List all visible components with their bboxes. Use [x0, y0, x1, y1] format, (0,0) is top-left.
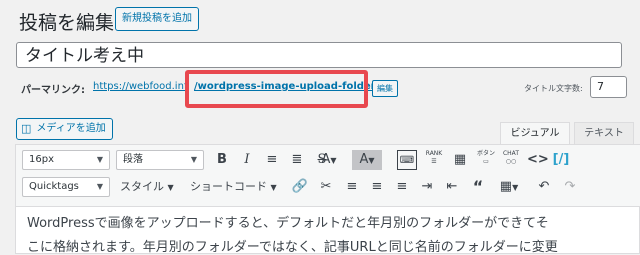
outdent-icon[interactable]: ⇤	[442, 177, 462, 197]
background-color-icon[interactable]: A▼	[352, 150, 382, 170]
add-media-label: メディアを追加	[36, 123, 106, 134]
shortcode-label: ショートコード	[190, 180, 267, 193]
button-icon[interactable]: ボタン ▭	[476, 150, 496, 170]
redo-icon[interactable]: ↷	[560, 177, 580, 197]
align-center-icon[interactable]: ≡	[367, 177, 387, 197]
ranking-label: RANK	[425, 150, 443, 157]
indent-icon[interactable]: ⇥	[417, 177, 437, 197]
permalink-base-link[interactable]: https://webfood.inf	[93, 81, 187, 92]
chevron-down-icon: ▼	[270, 183, 277, 192]
button-label: ボタン	[476, 150, 495, 157]
numbered-list-icon[interactable]: ≣	[287, 150, 307, 170]
post-title-input[interactable]: タイトル考え中	[16, 42, 622, 68]
align-left-icon[interactable]: ≡	[342, 177, 362, 197]
chevron-down-icon: ▼	[96, 182, 103, 191]
undo-icon[interactable]: ↶	[534, 177, 554, 197]
shortcode-menu[interactable]: ショートコード ▼	[190, 177, 277, 198]
chevron-down-icon: ▼	[167, 183, 174, 192]
bold-icon[interactable]: B	[212, 150, 232, 170]
media-icon: ◫	[21, 122, 32, 135]
highlight-annotation	[185, 70, 368, 108]
ranking-icon[interactable]: RANK ☰	[424, 150, 444, 170]
blockquote-icon[interactable]: “	[468, 177, 488, 197]
keyboard-icon[interactable]: ⌨	[397, 150, 417, 170]
title-char-count-field[interactable]: 7	[590, 76, 627, 98]
tab-visual[interactable]: ビジュアル	[500, 122, 570, 145]
page-title: 投稿を編集	[19, 12, 115, 34]
content-line-1[interactable]: WordPressで画像をアップロードすると、デフォルトだと年月別のフォルダーが…	[27, 214, 627, 234]
link-icon[interactable]: 🔗	[290, 177, 310, 197]
quicktags-value: Quicktags	[29, 181, 79, 192]
chat-icon[interactable]: CHAT ○○	[501, 150, 521, 170]
title-char-count-label: タイトル文字数:	[524, 84, 583, 93]
style-label: スタイル	[120, 180, 164, 193]
permalink-label: パーマリンク:	[21, 85, 85, 96]
paragraph-format-value: 段落	[123, 154, 143, 165]
table-icon[interactable]: ▦▼	[494, 177, 524, 197]
table-grid-icon[interactable]: ▦	[450, 150, 470, 170]
font-size-select[interactable]: 16px ▼	[22, 150, 110, 170]
quicktags-select[interactable]: Quicktags ▼	[22, 177, 110, 197]
add-media-button[interactable]: ◫ メディアを追加	[16, 118, 113, 140]
code-icon[interactable]: <>	[527, 150, 549, 170]
paragraph-format-select[interactable]: 段落 ▼	[116, 150, 204, 170]
shortcode-bracket-icon[interactable]: [/]	[551, 150, 571, 170]
chevron-down-icon: ▼	[190, 155, 197, 164]
align-right-icon[interactable]: ≡	[392, 177, 412, 197]
chevron-down-icon: ▼	[96, 155, 103, 164]
italic-icon[interactable]: I	[237, 150, 257, 170]
unlink-icon[interactable]: ✂	[316, 177, 336, 197]
tab-text[interactable]: テキスト	[574, 122, 634, 144]
permalink-edit-button[interactable]: 編集	[372, 80, 398, 97]
add-new-post-button[interactable]: 新規投稿を追加	[115, 7, 199, 31]
font-size-value: 16px	[29, 154, 54, 165]
text-color-icon[interactable]: A▼	[314, 150, 344, 170]
style-menu[interactable]: スタイル ▼	[120, 177, 174, 198]
bullet-list-icon[interactable]: ≡	[262, 150, 282, 170]
chat-label: CHAT	[502, 150, 519, 157]
